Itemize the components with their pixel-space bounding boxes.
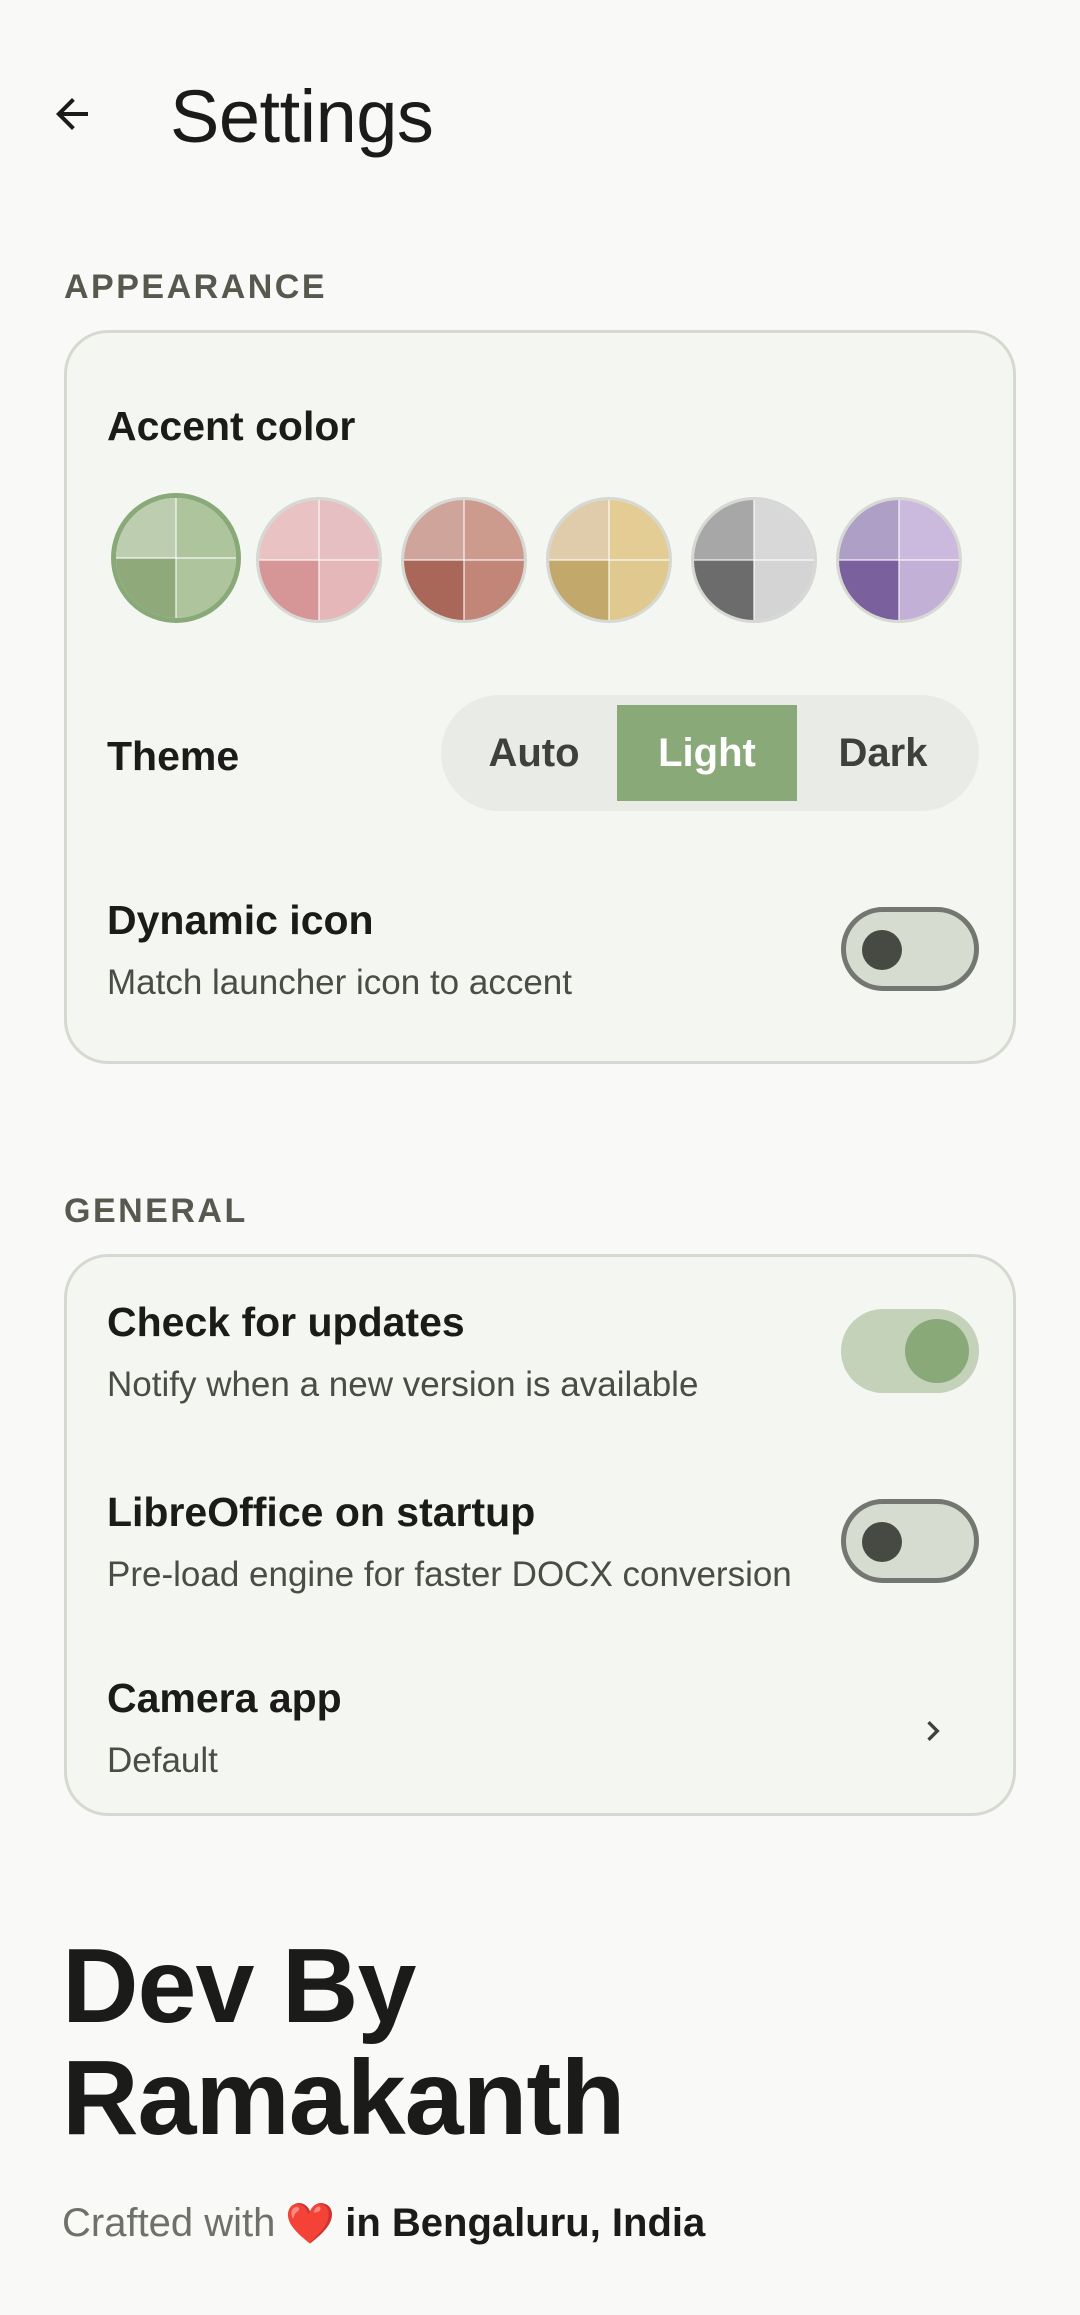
page-title: Settings	[170, 75, 434, 158]
toggle-knob	[862, 930, 902, 970]
check-updates-title: Check for updates	[107, 1299, 465, 1345]
appearance-card: Accent color Theme Auto Light Dark Dynam…	[64, 330, 1016, 1064]
check-updates-subtitle: Notify when a new version is available	[107, 1365, 699, 1404]
section-label-appearance: APPEARANCE	[64, 268, 328, 306]
swatch-rose[interactable]	[401, 497, 527, 623]
dynamic-icon-toggle[interactable]	[841, 907, 979, 991]
theme-option-light[interactable]: Light	[617, 705, 797, 801]
crafted-prefix: Crafted with	[62, 2201, 276, 2245]
swatch-gold[interactable]	[546, 497, 672, 623]
chevron-right-icon	[909, 1707, 957, 1755]
dynamic-icon-title: Dynamic icon	[107, 897, 374, 943]
libreoffice-title: LibreOffice on startup	[107, 1489, 536, 1535]
theme-option-auto[interactable]: Auto	[451, 705, 617, 801]
swatch-purple[interactable]	[836, 497, 962, 623]
developer-credit: Dev By Ramakanth	[62, 1927, 625, 2157]
camera-app-row[interactable]: Camera app Default	[67, 1657, 1013, 1807]
arrow-back-icon	[56, 98, 88, 130]
check-updates-toggle[interactable]	[841, 1309, 979, 1393]
swatch-green[interactable]	[111, 493, 241, 623]
libreoffice-subtitle: Pre-load engine for faster DOCX conversi…	[107, 1555, 792, 1594]
toggle-knob	[905, 1319, 969, 1383]
swatch-pink[interactable]	[256, 497, 382, 623]
accent-swatch-list	[111, 493, 981, 633]
developer-credit-line-2: Ramakanth	[62, 2039, 625, 2157]
theme-option-dark[interactable]: Dark	[797, 705, 969, 801]
theme-title: Theme	[107, 733, 240, 779]
crafted-with-line: Crafted with ❤️ in Bengaluru, India	[62, 2200, 705, 2247]
camera-app-subtitle: Default	[107, 1741, 218, 1780]
toggle-knob	[862, 1522, 902, 1562]
libreoffice-toggle[interactable]	[841, 1499, 979, 1583]
developer-credit-line-1: Dev By	[62, 1927, 416, 2045]
dynamic-icon-subtitle: Match launcher icon to accent	[107, 963, 572, 1002]
heart-icon: ❤️	[285, 2202, 336, 2246]
accent-color-title: Accent color	[107, 403, 356, 449]
back-button[interactable]	[36, 78, 108, 150]
camera-app-title: Camera app	[107, 1675, 342, 1721]
theme-segmented-control: Auto Light Dark	[441, 695, 979, 811]
general-card: Check for updates Notify when a new vers…	[64, 1254, 1016, 1816]
top-app-bar: Settings	[0, 0, 1080, 240]
settings-page: Settings APPEARANCE Accent color Theme A…	[0, 0, 1080, 2315]
crafted-location: in Bengaluru, India	[345, 2201, 706, 2245]
swatch-gray[interactable]	[691, 497, 817, 623]
section-label-general: GENERAL	[64, 1192, 248, 1230]
